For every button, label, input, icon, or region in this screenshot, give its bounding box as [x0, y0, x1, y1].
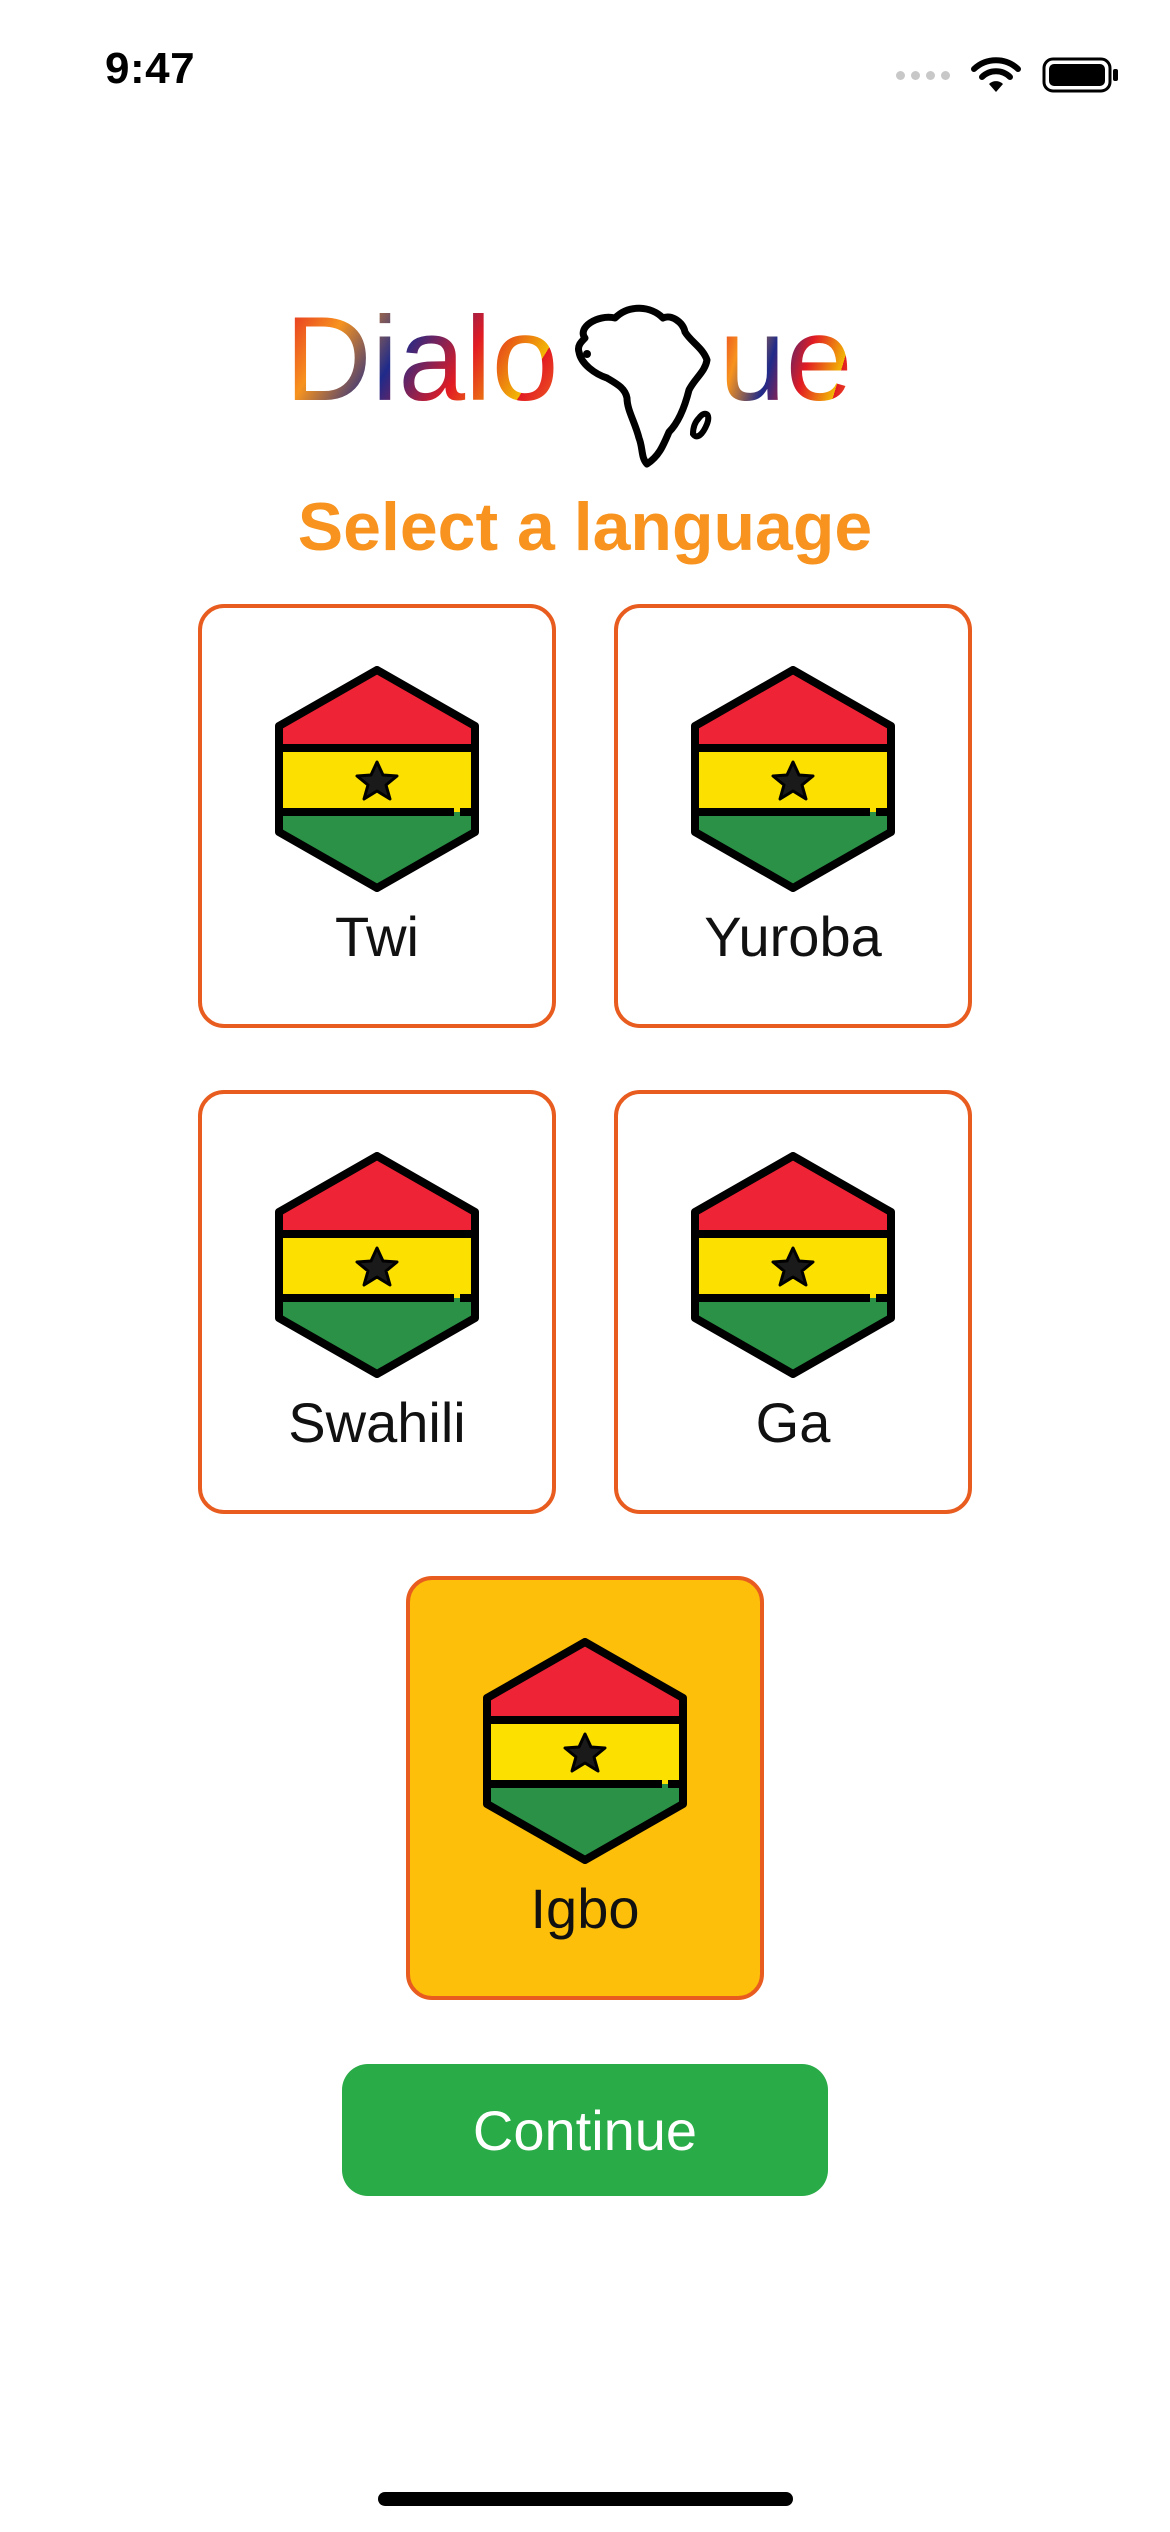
ghana-flag-hexagon-icon: [482, 1638, 688, 1864]
language-label: Igbo: [530, 1877, 640, 1940]
cellular-signal-icon: [896, 70, 950, 80]
battery-icon: [1042, 55, 1120, 95]
language-label: Yuroba: [704, 905, 882, 968]
status-time: 9:47: [105, 44, 196, 93]
logo-text-right: ue: [719, 292, 852, 426]
logo-text-left: Dialo: [285, 292, 558, 426]
language-label: Swahili: [288, 1391, 466, 1454]
home-indicator[interactable]: [378, 2492, 793, 2506]
language-select-screen: 9:47 Dialo ue Select a language Twi Yuro…: [0, 0, 1170, 2532]
ghana-flag-hexagon-icon: [274, 1152, 480, 1378]
africa-map-icon: [575, 304, 712, 468]
language-card-swahili[interactable]: Swahili: [198, 1090, 556, 1514]
language-card-twi[interactable]: Twi: [198, 604, 556, 1028]
status-icons: [896, 50, 1120, 100]
language-label: Twi: [335, 905, 419, 968]
language-card-igbo[interactable]: Igbo: [406, 1576, 764, 2000]
continue-button[interactable]: Continue: [342, 2064, 828, 2196]
ghana-flag-hexagon-icon: [690, 666, 896, 892]
language-label: Ga: [755, 1391, 831, 1454]
language-card-ga[interactable]: Ga: [614, 1090, 972, 1514]
language-card-yuroba[interactable]: Yuroba: [614, 604, 972, 1028]
wifi-icon: [970, 55, 1022, 95]
select-language-heading: Select a language: [297, 489, 873, 565]
ghana-flag-hexagon-icon: [690, 1152, 896, 1378]
ghana-flag-hexagon-icon: [274, 666, 480, 892]
app-logo: Dialo ue: [0, 280, 1170, 500]
